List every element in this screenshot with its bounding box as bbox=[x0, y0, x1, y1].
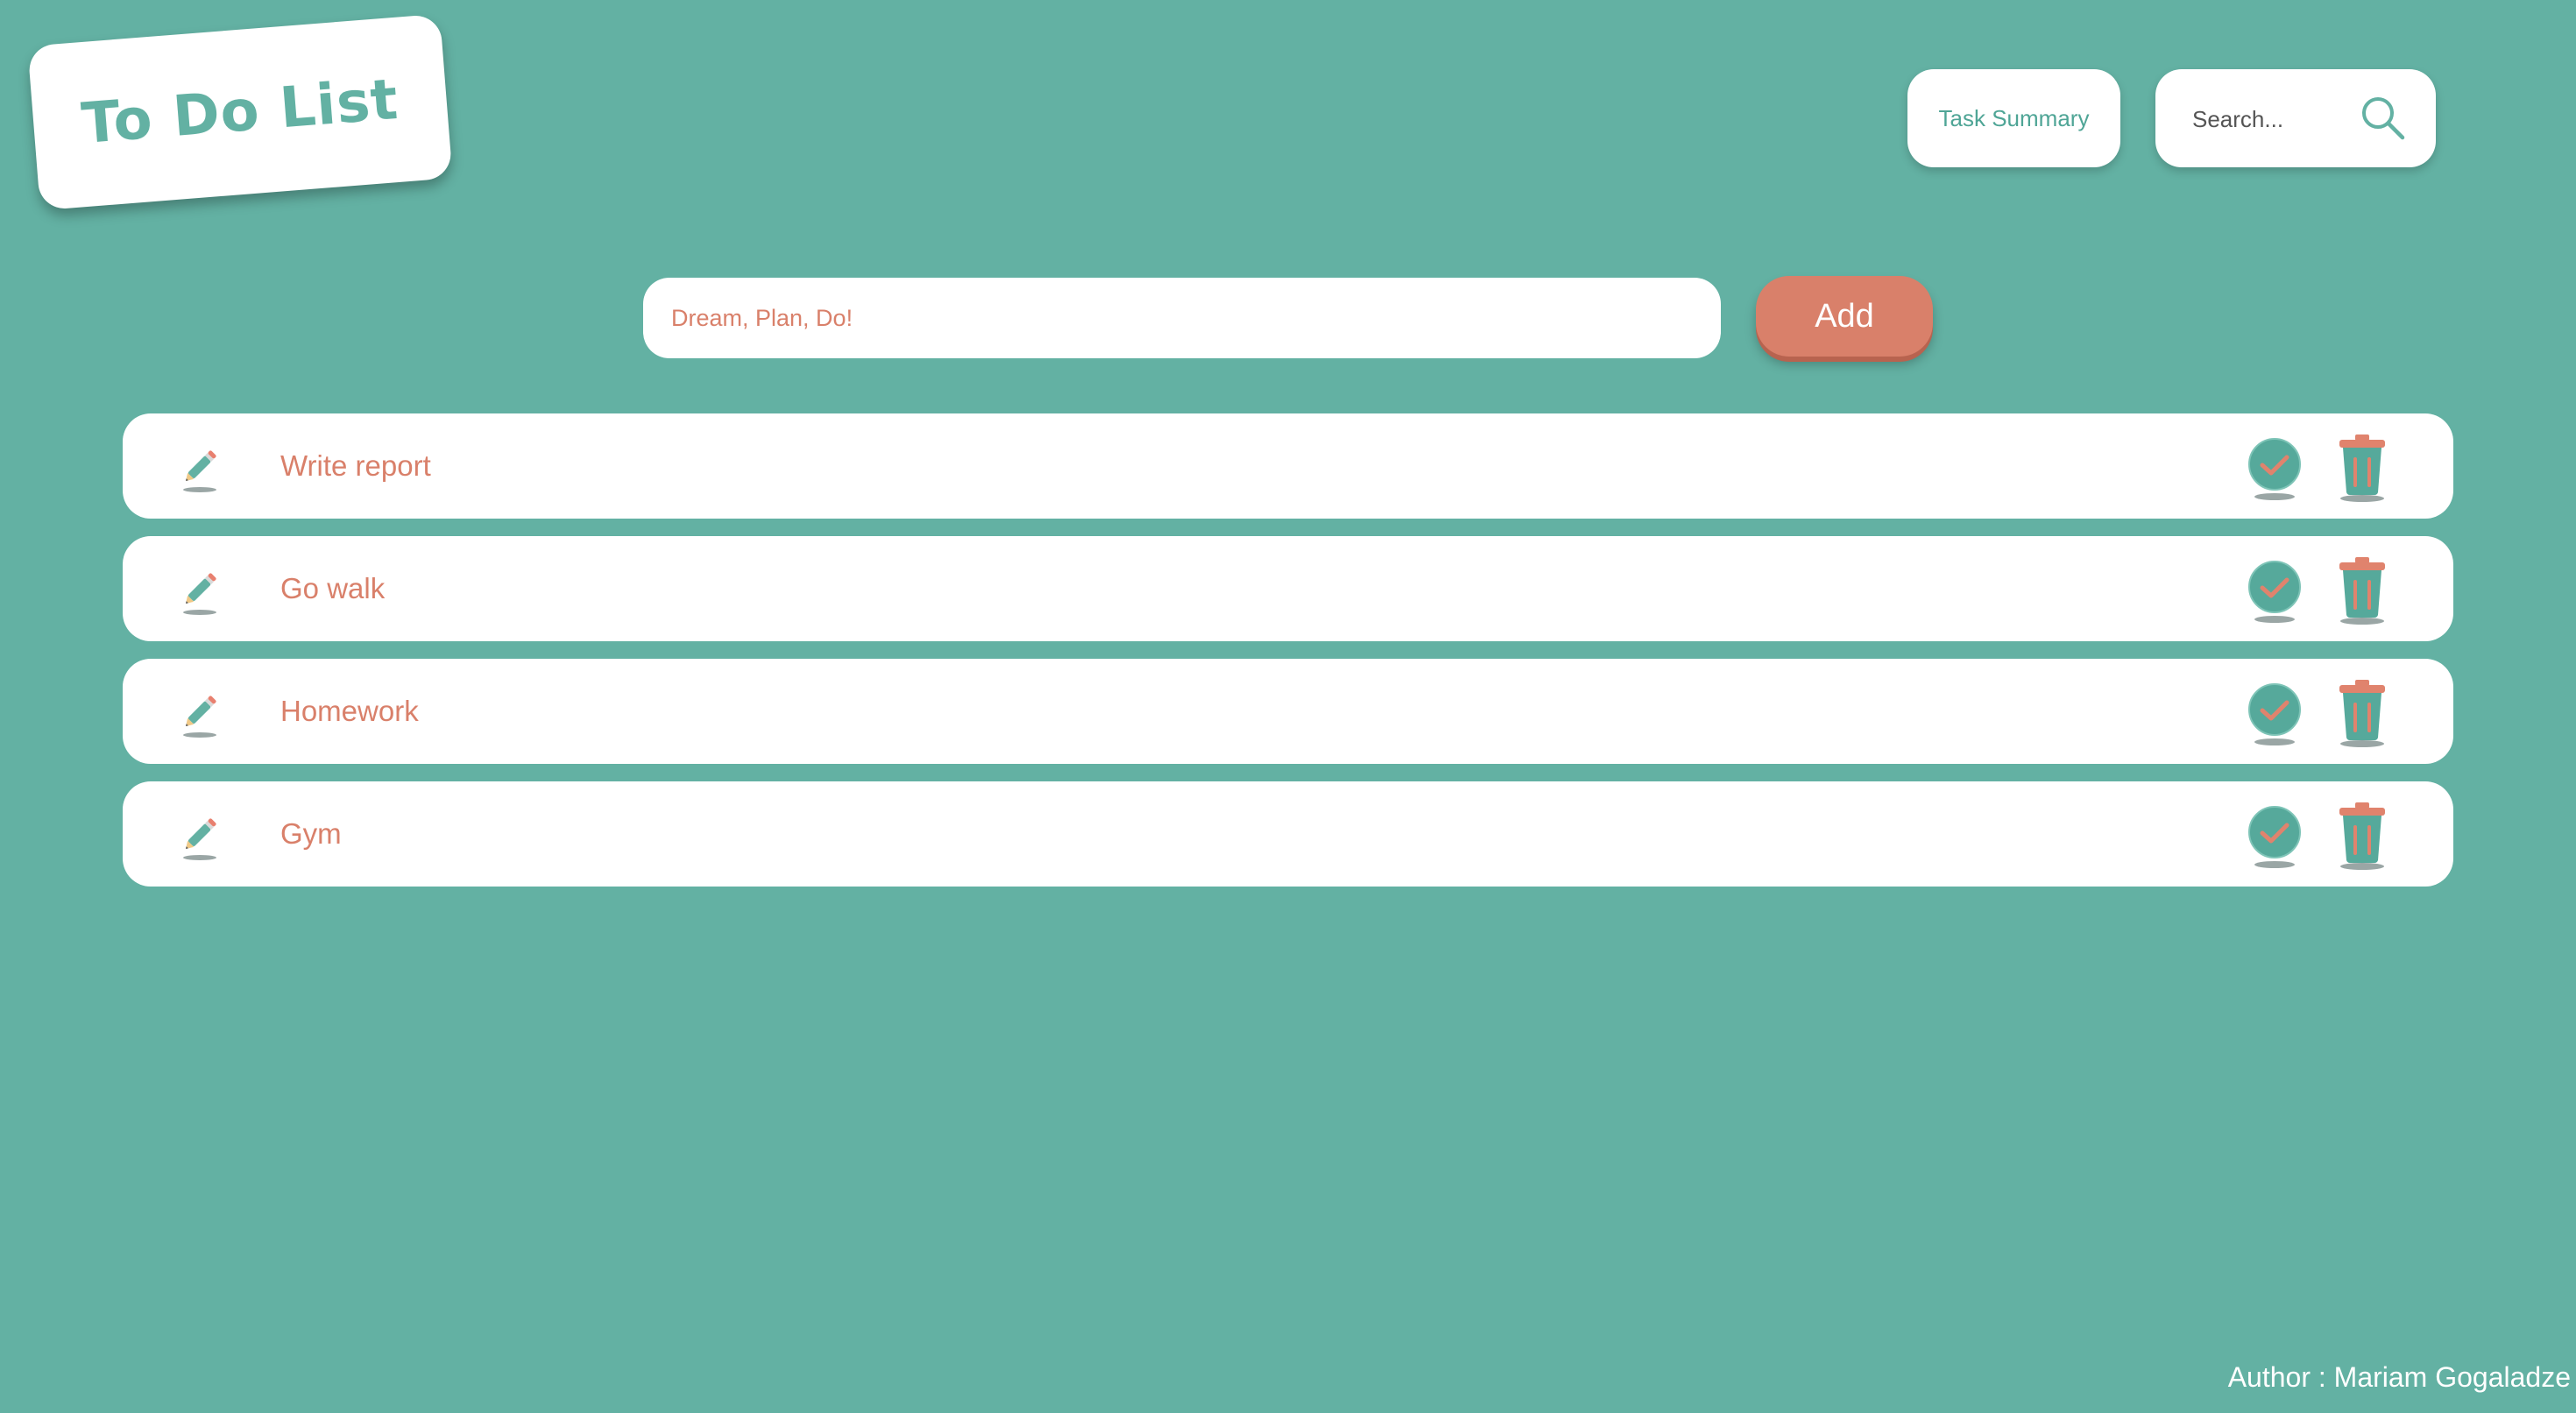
task-label: Write report bbox=[280, 449, 431, 482]
task-label: Homework bbox=[280, 695, 419, 727]
logo-card: To Do List bbox=[27, 13, 453, 211]
pencil-icon[interactable] bbox=[179, 443, 223, 494]
pencil-icon[interactable] bbox=[179, 811, 223, 862]
task-summary-button[interactable]: Task Summary bbox=[1907, 69, 2120, 167]
check-circle-icon[interactable] bbox=[2247, 682, 2303, 746]
add-task-button[interactable]: Add bbox=[1756, 276, 1933, 357]
new-task-input[interactable] bbox=[643, 278, 1721, 358]
task-item: Homework bbox=[123, 659, 2453, 764]
search-box bbox=[2155, 69, 2436, 167]
trash-icon[interactable] bbox=[2336, 801, 2388, 871]
search-icon[interactable] bbox=[2359, 94, 2408, 143]
pencil-icon[interactable] bbox=[179, 566, 223, 617]
task-item: Write report bbox=[123, 413, 2453, 519]
search-input[interactable] bbox=[2190, 95, 2360, 143]
trash-icon[interactable] bbox=[2336, 678, 2388, 748]
check-circle-icon[interactable] bbox=[2247, 804, 2303, 869]
task-label: Gym bbox=[280, 817, 342, 850]
task-item: Go walk bbox=[123, 536, 2453, 641]
task-list: Write report Go walk Homework Gym bbox=[123, 413, 2453, 904]
trash-icon[interactable] bbox=[2336, 433, 2388, 503]
app-title: To Do List bbox=[79, 67, 401, 158]
author-credit: Author : Mariam Gogaladze bbox=[2227, 1361, 2571, 1393]
trash-icon[interactable] bbox=[2336, 555, 2388, 625]
task-item: Gym bbox=[123, 781, 2453, 887]
check-circle-icon[interactable] bbox=[2247, 436, 2303, 501]
check-circle-icon[interactable] bbox=[2247, 559, 2303, 624]
task-label: Go walk bbox=[280, 572, 386, 604]
pencil-icon[interactable] bbox=[179, 689, 223, 739]
